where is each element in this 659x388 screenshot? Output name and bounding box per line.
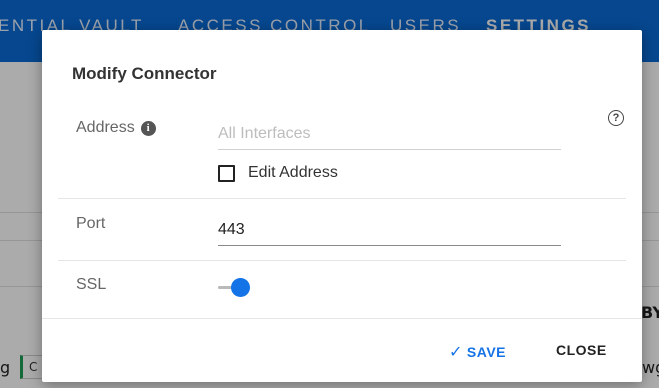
address-label-text: Address <box>76 119 135 136</box>
edit-address-checkbox[interactable] <box>218 165 235 182</box>
row-divider <box>58 260 626 261</box>
dialog-title: Modify Connector <box>72 64 217 83</box>
edit-address-label[interactable]: Edit Address <box>248 164 338 182</box>
save-button[interactable]: ✓ SAVE <box>449 342 506 362</box>
footer-divider <box>42 318 642 319</box>
ssl-toggle[interactable] <box>231 278 250 297</box>
ssl-label: SSL <box>76 276 107 293</box>
check-icon: ✓ <box>449 344 463 361</box>
help-icon[interactable]: ? <box>608 110 624 126</box>
save-button-label: SAVE <box>466 344 506 360</box>
modify-connector-dialog: Modify Connector ? Address i Edit Address… <box>42 30 642 382</box>
port-label: Port <box>76 215 106 232</box>
port-input[interactable] <box>218 221 561 246</box>
info-icon[interactable]: i <box>140 121 156 136</box>
address-input[interactable] <box>218 125 561 150</box>
close-button[interactable]: CLOSE <box>556 342 607 358</box>
address-label: Address i <box>76 119 156 137</box>
row-divider <box>58 198 626 199</box>
